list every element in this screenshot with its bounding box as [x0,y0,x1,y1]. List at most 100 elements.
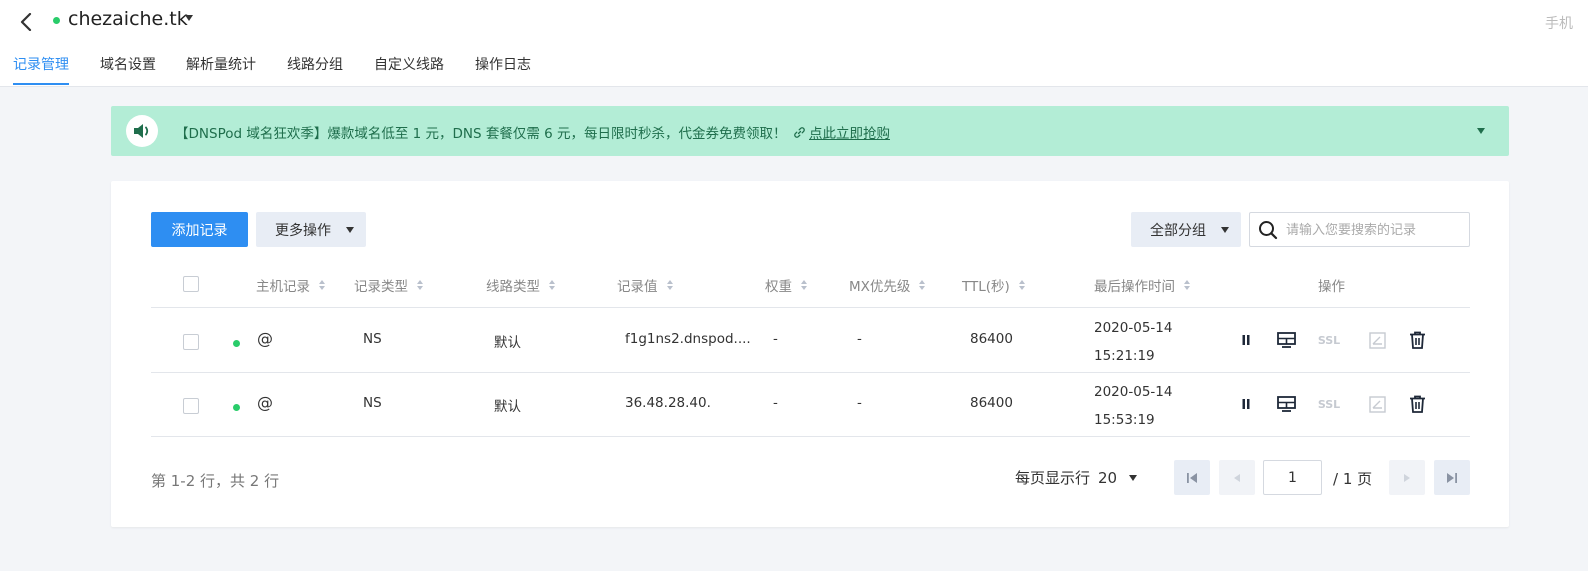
group-filter-dropdown[interactable]: 全部分组 [1131,212,1241,247]
top-bar: chezaiche.tk 手机 记录管理 域名设置 解析量统计 线路分组 自定义… [0,0,1588,87]
trash-icon [1409,395,1425,413]
select-all-checkbox[interactable] [183,276,199,292]
sort-icon [919,280,926,290]
cell-updated-time: 15:53:19 [1094,412,1155,428]
cell-line[interactable]: 默认 [494,331,521,351]
col-line[interactable]: 线路类型 [486,275,556,295]
cell-ttl[interactable]: 86400 [970,395,1013,411]
col-actions: 操作 [1318,275,1345,295]
cell-updated-time: 15:21:19 [1094,348,1155,364]
col-mx-label: MX优先级 [849,279,911,295]
cell-host[interactable]: @ [257,329,273,348]
tab-resolution-stats[interactable]: 解析量统计 [186,54,256,84]
pause-button[interactable] [1236,395,1256,413]
cell-updated: 2020-05-14 15:53:19 [1094,378,1172,434]
cell-updated: 2020-05-14 15:21:19 [1094,314,1172,370]
page-size-select[interactable]: 每页显示行 20 [1015,467,1138,488]
col-type[interactable]: 记录类型 [354,275,424,295]
cell-mx: - [857,395,862,411]
cell-type[interactable]: NS [363,331,382,347]
cell-host[interactable]: @ [257,393,273,412]
delete-button[interactable] [1407,395,1427,413]
row-checkbox[interactable] [183,334,199,350]
add-record-button[interactable]: 添加记录 [151,212,248,247]
cell-weight: - [773,395,778,411]
speaker-icon [126,115,158,147]
tab-domain-settings[interactable]: 域名设置 [100,54,156,84]
table-row: @ NS 默认 f1g1ns2.dnspod.... - - 86400 202… [151,308,1470,373]
monitor-button[interactable] [1276,395,1296,413]
back-button[interactable] [14,10,38,34]
sort-icon [417,280,424,290]
pause-icon [1242,335,1250,345]
banner-link-label: 点此立即抢购 [809,126,890,142]
pause-button[interactable] [1236,331,1256,349]
cell-line[interactable]: 默认 [494,395,521,415]
last-page-button[interactable] [1434,460,1470,495]
banner-link[interactable]: 点此立即抢购 [793,122,890,142]
tab-custom-lines[interactable]: 自定义线路 [374,54,444,84]
domain-switch-caret-icon[interactable] [185,15,193,21]
tab-record-management[interactable]: 记录管理 [13,54,69,85]
col-line-label: 线路类型 [486,279,540,295]
cell-value[interactable]: 36.48.28.40. [625,395,711,411]
search-input[interactable] [1284,213,1468,248]
col-host[interactable]: 主机记录 [256,275,326,295]
note-icon [1368,331,1386,349]
sort-icon [549,280,556,290]
domain-name: chezaiche.tk [68,8,188,30]
mobile-link[interactable]: 手机 [1545,13,1573,33]
note-icon [1368,395,1386,413]
col-value[interactable]: 记录值 [617,275,674,295]
row-checkbox[interactable] [183,398,199,414]
col-mx[interactable]: MX优先级 [849,275,926,295]
first-page-button[interactable] [1174,460,1210,495]
caret-down-icon [346,227,354,233]
col-weight[interactable]: 权重 [765,275,808,295]
remark-button[interactable] [1367,395,1387,413]
more-actions-label: 更多操作 [275,222,331,239]
ssl-button[interactable]: SSL [1316,331,1342,349]
col-updated[interactable]: 最后操作时间 [1094,275,1191,295]
col-type-label: 记录类型 [354,279,408,295]
search-icon[interactable] [1258,220,1278,240]
col-value-label: 记录值 [617,279,658,295]
monitor-button[interactable] [1276,331,1296,349]
total-pages: / 1 页 [1333,470,1373,488]
layout-icon [1276,332,1296,348]
col-actions-label: 操作 [1318,279,1345,295]
cell-weight: - [773,331,778,347]
table-row: @ NS 默认 36.48.28.40. - - 86400 2020-05-1… [151,372,1470,437]
cell-type[interactable]: NS [363,395,382,411]
col-weight-label: 权重 [765,279,792,295]
cell-ttl[interactable]: 86400 [970,331,1013,347]
cell-updated-date: 2020-05-14 [1094,320,1173,336]
ssl-button[interactable]: SSL [1316,395,1342,413]
tab-line-groups[interactable]: 线路分组 [287,54,343,84]
more-actions-dropdown[interactable]: 更多操作 [256,212,366,247]
remark-button[interactable] [1367,331,1387,349]
col-updated-label: 最后操作时间 [1094,279,1175,295]
sort-icon [319,280,326,290]
banner-expand-caret-icon[interactable] [1477,128,1485,134]
cell-value[interactable]: f1g1ns2.dnspod.... [625,331,751,347]
search-box [1249,212,1470,248]
last-page-icon [1447,472,1457,483]
status-dot [233,404,240,411]
trash-icon [1409,331,1425,349]
prev-page-icon [1234,473,1240,482]
col-ttl[interactable]: TTL(秒) [962,275,1026,295]
page-number-input[interactable] [1263,460,1322,495]
prev-page-button[interactable] [1219,460,1255,495]
sort-icon [1184,280,1191,290]
domain-status-dot [53,17,60,24]
next-page-icon [1404,473,1410,482]
status-dot [233,340,240,347]
group-filter-label: 全部分组 [1150,222,1206,239]
pause-icon [1242,399,1250,409]
sort-icon [666,280,674,290]
next-page-button[interactable] [1389,460,1425,495]
delete-button[interactable] [1407,331,1427,349]
page-size-label: 每页显示行 [1015,469,1091,487]
tab-operation-log[interactable]: 操作日志 [475,54,531,84]
